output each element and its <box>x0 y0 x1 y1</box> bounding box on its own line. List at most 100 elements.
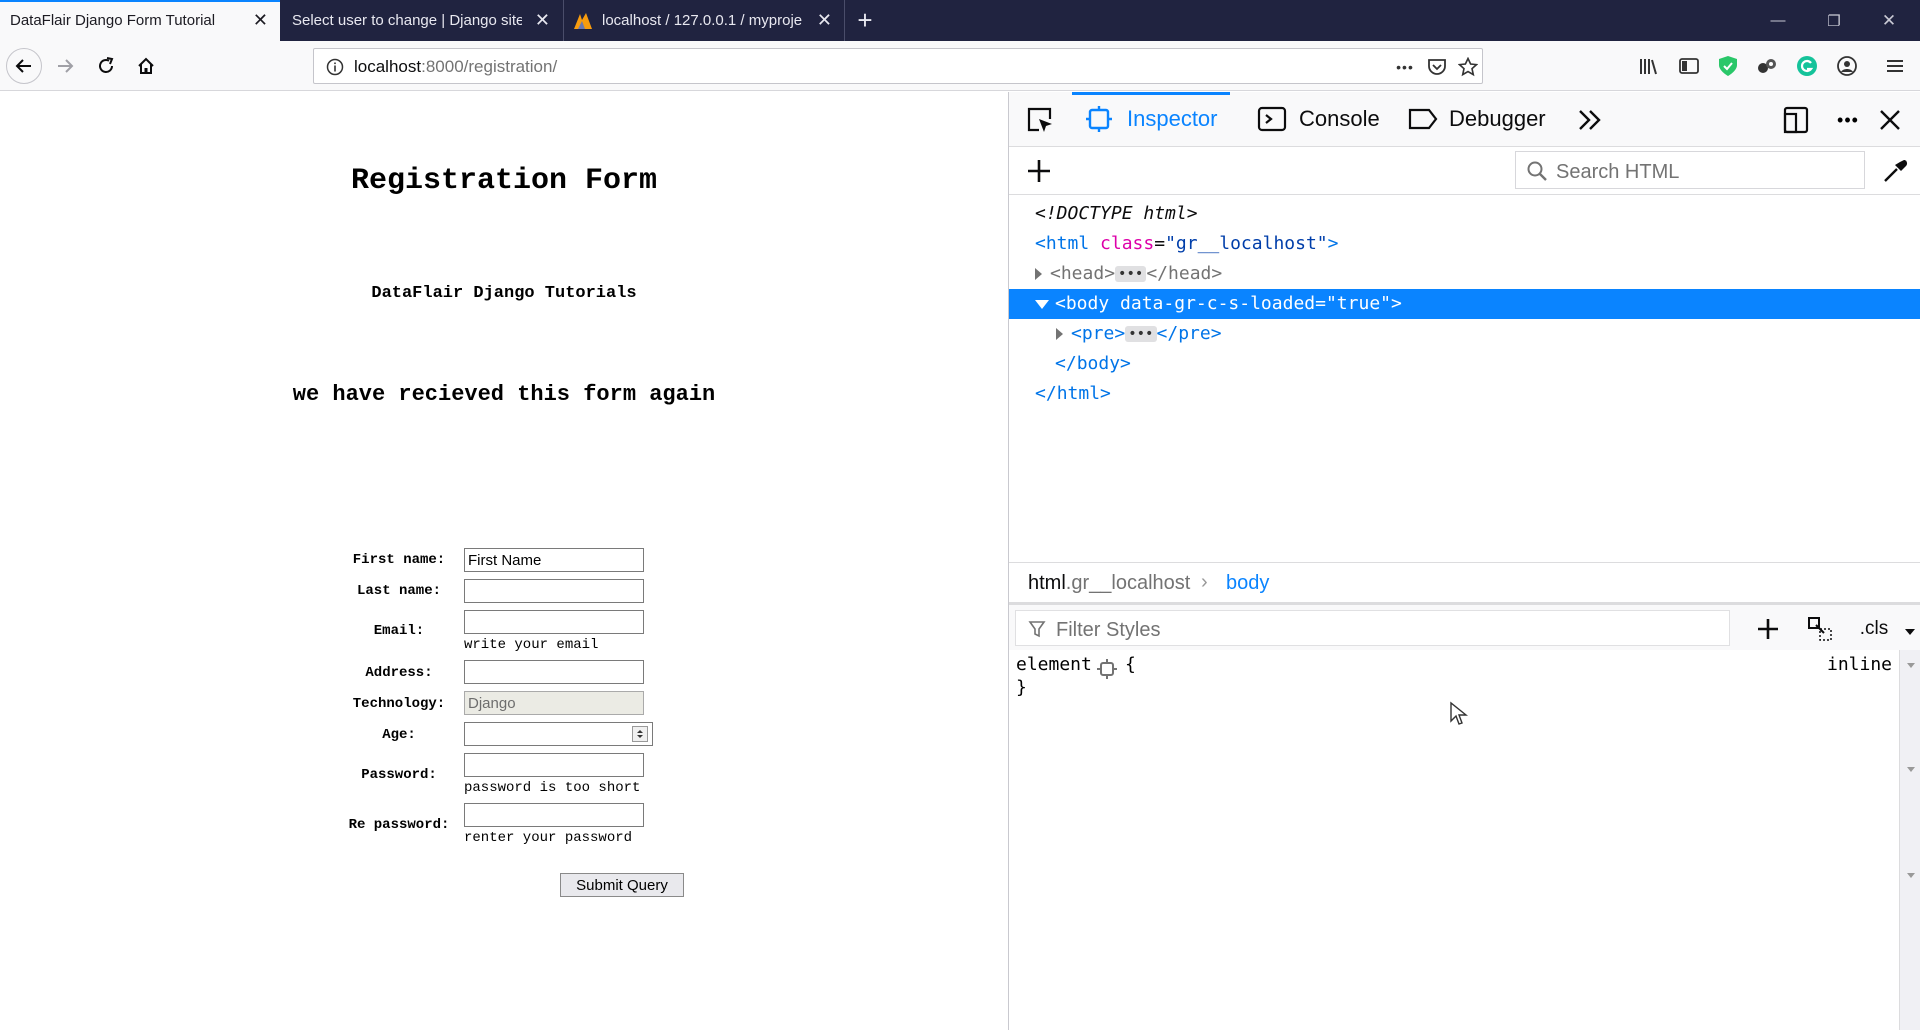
age-stepper[interactable] <box>464 722 653 746</box>
back-button[interactable] <box>6 48 42 84</box>
add-rule-icon[interactable] <box>1751 612 1785 646</box>
pre-node[interactable]: <pre> ••• </pre> <box>1009 319 1920 349</box>
pre-tag-name: pre <box>1081 323 1115 344</box>
html-close-tag-name: html <box>1056 383 1101 404</box>
forward-button[interactable] <box>48 49 82 83</box>
account-icon[interactable] <box>1834 53 1860 79</box>
inspector-icon <box>1086 106 1112 132</box>
expand-twisty-icon[interactable] <box>1035 268 1042 280</box>
pre-close-tag-name: pre <box>1178 323 1211 344</box>
collapse-twisty-icon[interactable] <box>1035 299 1049 309</box>
page-actions-icon[interactable]: ••• <box>1392 54 1418 80</box>
page-subtitle: DataFlair Django Tutorials <box>371 284 637 303</box>
page-message: we have recieved this form again <box>292 382 716 407</box>
more-tools-chevron-icon[interactable] <box>1573 103 1607 137</box>
element-picker-icon[interactable] <box>1023 103 1057 137</box>
url-bar[interactable]: localhost:8000/registration/ ••• <box>313 48 1483 84</box>
search-html-placeholder: Search HTML <box>1556 161 1680 183</box>
html-node[interactable]: <html class="gr__localhost"> <box>1009 229 1920 259</box>
site-info-icon[interactable] <box>322 54 348 80</box>
devtools-close-icon[interactable] <box>1873 103 1907 137</box>
tab-console[interactable]: Console <box>1249 92 1380 147</box>
extension-icon[interactable] <box>1754 53 1780 79</box>
breadcrumb-html[interactable]: html.gr__localhost <box>1028 572 1190 595</box>
body-attr-value: "true" <box>1325 293 1391 314</box>
scroll-arrow-icon <box>1907 663 1915 668</box>
url-path: :8000/registration/ <box>421 57 558 76</box>
toggle-pseudo-classes-icon[interactable] <box>1803 612 1837 646</box>
submit-button[interactable]: Submit Query <box>560 873 684 897</box>
address-label: Address: <box>365 665 433 681</box>
rule-selector: element <box>1016 654 1092 675</box>
bookmark-star-icon[interactable] <box>1455 54 1481 80</box>
minimize-button[interactable]: — <box>1755 0 1801 41</box>
window-close-button[interactable]: ✕ <box>1866 0 1912 41</box>
body-node-selected[interactable]: <body data-gr-c-s-loaded="true"> <box>1009 289 1920 319</box>
tab-phpmyadmin[interactable]: localhost / 127.0.0.1 / myproje ✕ <box>564 0 844 41</box>
devtools-panel: Inspector Console Debugger ••• Search HT… <box>1008 92 1920 1030</box>
address-field[interactable] <box>464 660 644 684</box>
last-name-field[interactable] <box>464 579 644 603</box>
restore-button[interactable]: ❐ <box>1811 0 1857 41</box>
node-highlight-icon[interactable] <box>1097 659 1117 679</box>
collapsed-ellipsis-icon[interactable]: ••• <box>1125 326 1157 342</box>
re-password-field[interactable] <box>464 803 644 827</box>
new-tab-button[interactable]: + <box>840 0 890 41</box>
forward-arrow-icon <box>58 59 74 73</box>
breadcrumb-html-class: .gr__localhost <box>1065 572 1191 594</box>
tab-inspector-label: Inspector <box>1127 106 1218 131</box>
first-name-field[interactable] <box>464 548 644 572</box>
tab-dataflair[interactable]: DataFlair Django Form Tutorial ✕ <box>0 0 280 41</box>
tab-close-icon[interactable]: ✕ <box>535 11 550 29</box>
collapsed-ellipsis-icon[interactable]: ••• <box>1115 266 1147 282</box>
pocket-icon[interactable] <box>1424 54 1450 80</box>
dock-toggle-icon[interactable] <box>1779 103 1813 137</box>
body-attr-name: data-gr-c-s-loaded <box>1120 293 1316 314</box>
body-tag-name: body <box>1065 293 1110 314</box>
expand-twisty-icon[interactable] <box>1056 328 1063 340</box>
home-icon <box>138 57 154 74</box>
sidebar-icon[interactable] <box>1676 53 1702 79</box>
password-field[interactable] <box>464 753 644 777</box>
age-label: Age: <box>382 727 416 743</box>
html-close-node[interactable]: </html> <box>1009 379 1920 409</box>
rules-dropdown-icon[interactable] <box>1899 615 1920 649</box>
search-html-input[interactable]: Search HTML <box>1515 151 1865 189</box>
breadcrumb-body[interactable]: body <box>1226 572 1269 595</box>
rules-scrollbar[interactable] <box>1899 650 1920 1030</box>
home-button[interactable] <box>129 49 163 83</box>
devtools-menu-icon[interactable]: ••• <box>1831 103 1865 137</box>
head-node[interactable]: <head> ••• </head> <box>1009 259 1920 289</box>
tab-debugger[interactable]: Debugger <box>1399 92 1549 147</box>
email-field[interactable] <box>464 610 644 634</box>
technology-label: Technology: <box>352 696 446 712</box>
body-close-node[interactable]: </body> <box>1009 349 1920 379</box>
library-icon[interactable] <box>1636 53 1662 79</box>
url-text[interactable]: localhost:8000/registration/ <box>354 57 557 77</box>
shield-extension-icon[interactable] <box>1715 53 1741 79</box>
email-label: Email: <box>373 623 425 639</box>
breadcrumb-separator-icon: › <box>1201 571 1208 593</box>
password-help-text: password is too short <box>464 780 641 796</box>
cls-button[interactable]: .cls <box>1854 612 1894 646</box>
url-host: localhost <box>354 57 422 76</box>
reload-button[interactable] <box>89 49 123 83</box>
re-password-help-text: renter your password <box>464 830 633 846</box>
tab-django-admin[interactable]: Select user to change | Django site ✕ <box>282 0 562 41</box>
filter-styles-input[interactable]: Filter Styles <box>1015 610 1730 646</box>
html-attr-value: "gr__localhost" <box>1165 233 1328 254</box>
doctype-node[interactable]: <!DOCTYPE html> <box>1009 199 1920 229</box>
rule-open-brace: { <box>1125 654 1136 675</box>
add-node-icon[interactable] <box>1022 154 1056 188</box>
search-icon <box>1527 161 1547 181</box>
grammarly-icon[interactable] <box>1794 53 1820 79</box>
back-arrow-icon <box>15 59 31 73</box>
hamburger-menu-icon[interactable] <box>1882 53 1908 79</box>
stepper-arrows-icon[interactable] <box>632 726 648 742</box>
tab-close-icon[interactable]: ✕ <box>817 11 832 29</box>
devtools-tab-bar: Inspector Console Debugger ••• <box>1009 92 1920 147</box>
eyedropper-icon[interactable] <box>1878 154 1912 188</box>
scroll-arrow-icon <box>1907 767 1915 772</box>
tab-close-icon[interactable]: ✕ <box>253 11 268 29</box>
tab-inspector[interactable]: Inspector <box>1072 92 1230 147</box>
